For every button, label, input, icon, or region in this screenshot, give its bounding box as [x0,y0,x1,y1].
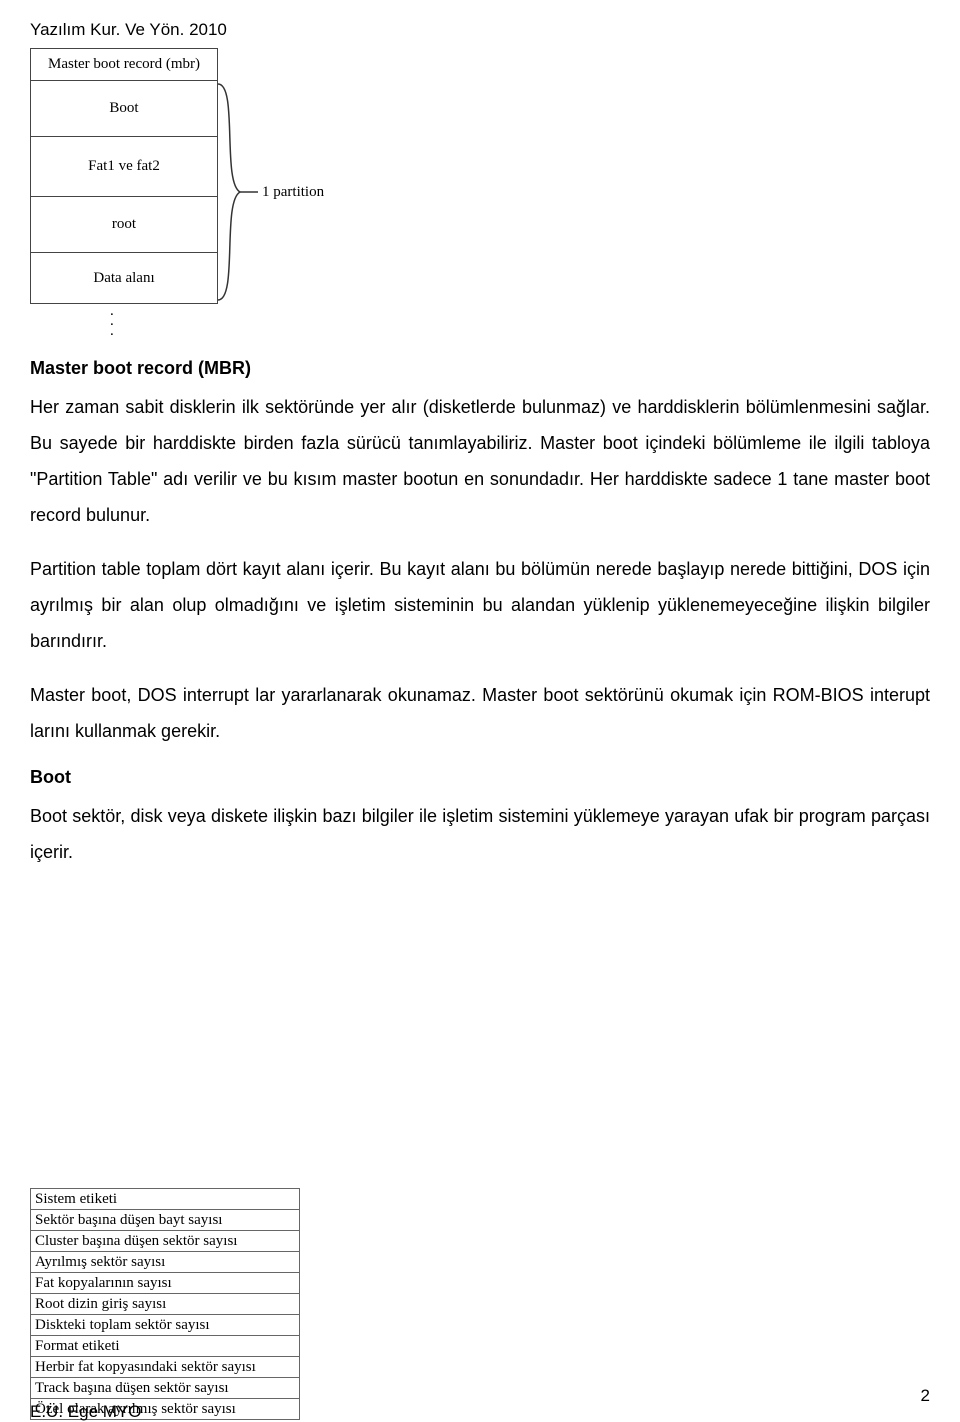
table-row: Format etiketi [31,1336,300,1357]
partition-label: 1 partition [262,184,324,201]
cell-data: Data alanı [31,253,217,303]
cell-label: Master boot record (mbr) [48,56,200,73]
cell-label: Fat1 ve fat2 [88,158,160,175]
table-row: Herbir fat kopyasındaki sektör sayısı [31,1357,300,1378]
table-cell: Sektör başına düşen bayt sayısı [31,1210,300,1231]
table-cell: Format etiketi [31,1336,300,1357]
table-row: Ayrılmış sektör sayısı [31,1252,300,1273]
table-cell: Fat kopyalarının sayısı [31,1273,300,1294]
body-paragraph: Partition table toplam dört kayıt alanı … [30,551,930,659]
cell-label: root [112,216,136,233]
table-row: Root dizin giriş sayısı [31,1294,300,1315]
table-row: Sektör başına düşen bayt sayısı [31,1210,300,1231]
table-row: Sistem etiketi [31,1189,300,1210]
cell-mbr: Master boot record (mbr) [31,49,217,81]
page-header: Yazılım Kur. Ve Yön. 2010 [30,20,930,40]
brace-icon [216,82,260,302]
cell-root: root [31,197,217,253]
boot-sector-fields-table: Sistem etiketi Sektör başına düşen bayt … [30,1188,300,1420]
table-row: Cluster başına düşen sektör sayısı [31,1231,300,1252]
mbr-structure-diagram: Master boot record (mbr) Boot Fat1 ve fa… [30,48,930,342]
boot-heading: Boot [30,767,930,788]
table-cell: Sistem etiketi [31,1189,300,1210]
table-cell: Ayrılmış sektör sayısı [31,1252,300,1273]
cell-label: Boot [109,100,138,117]
table-cell: Root dizin giriş sayısı [31,1294,300,1315]
body-paragraph: Boot sektör, disk veya diskete ilişkin b… [30,798,930,870]
table-row: Fat kopyalarının sayısı [31,1273,300,1294]
body-paragraph: Master boot, DOS interrupt lar yararlana… [30,677,930,749]
table-cell: Cluster başına düşen sektör sayısı [31,1231,300,1252]
cell-boot: Boot [31,81,217,137]
page-number: 2 [921,1386,930,1406]
disk-layout-table: Master boot record (mbr) Boot Fat1 ve fa… [30,48,218,304]
mbr-heading: Master boot record (MBR) [30,358,930,379]
table-row: Diskteki toplam sektör sayısı [31,1315,300,1336]
table-cell: Diskteki toplam sektör sayısı [31,1315,300,1336]
footer-left: E.Ü. Ege MYO [30,1402,141,1422]
page: Yazılım Kur. Ve Yön. 2010 Master boot re… [0,0,960,1422]
cell-fat: Fat1 ve fat2 [31,137,217,197]
table-cell: Track başına düşen sektör sayısı [31,1378,300,1399]
cell-label: Data alanı [93,270,154,287]
continuation-dots: . . . [110,306,114,336]
body-paragraph: Her zaman sabit disklerin ilk sektöründe… [30,389,930,533]
table-row: Track başına düşen sektör sayısı [31,1378,300,1399]
table-cell: Herbir fat kopyasındaki sektör sayısı [31,1357,300,1378]
